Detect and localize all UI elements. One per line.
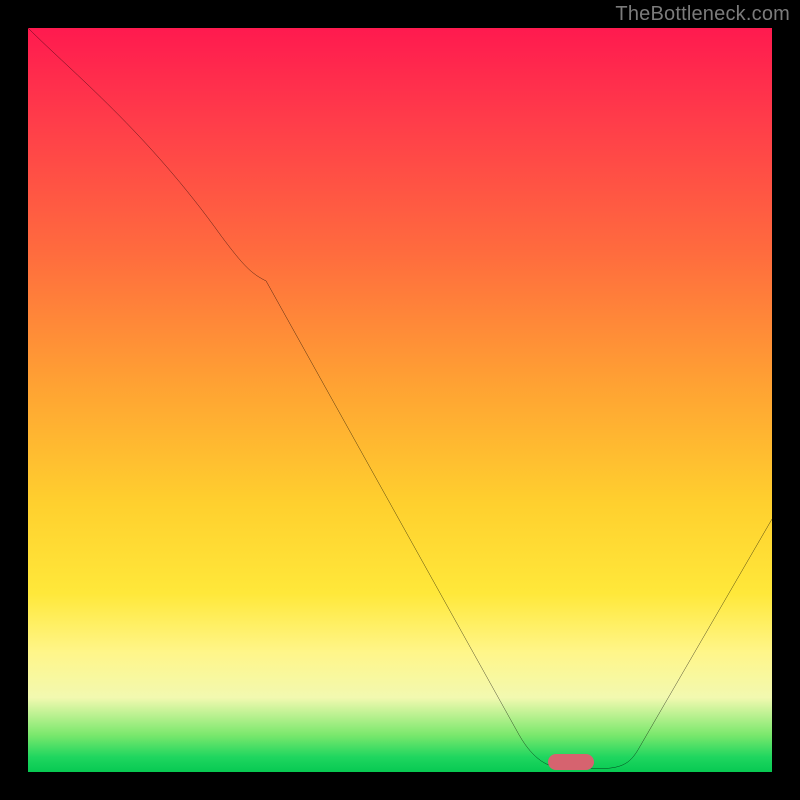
bottleneck-curve (28, 28, 772, 768)
watermark-text: TheBottleneck.com (615, 3, 790, 26)
optimal-marker (548, 754, 594, 770)
curve-layer (28, 28, 772, 772)
plot-area (28, 28, 772, 772)
chart-stage: TheBottleneck.com (0, 0, 800, 800)
